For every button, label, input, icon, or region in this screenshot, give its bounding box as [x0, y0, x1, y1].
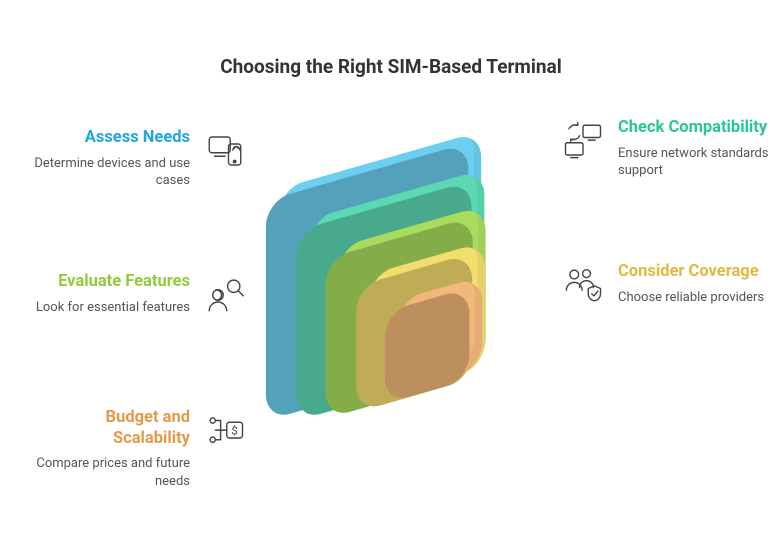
item-consider-coverage: Consider Coverage Choose reliable provid… [560, 262, 780, 308]
sync-devices-icon [560, 118, 606, 164]
budget-icon: $ [202, 408, 248, 454]
item-title: Check Compatibility [618, 118, 780, 139]
item-desc: Determine devices and use cases [28, 155, 190, 190]
item-title: Evaluate Features [28, 272, 190, 293]
item-evaluate-features: Evaluate Features Look for essential fea… [28, 272, 248, 318]
devices-icon [202, 128, 248, 174]
item-desc: Compare prices and future needs [28, 455, 190, 490]
users-shield-icon [560, 262, 606, 308]
item-desc: Choose reliable providers [618, 289, 780, 307]
item-title: Consider Coverage [618, 262, 780, 283]
page-title: Choosing the Right SIM-Based Terminal [0, 55, 782, 78]
item-assess-needs: Assess Needs Determine devices and use c… [28, 128, 248, 190]
item-desc: Look for essential features [28, 299, 190, 317]
person-search-icon [202, 272, 248, 318]
item-title: Assess Needs [28, 128, 190, 149]
svg-text:$: $ [231, 424, 237, 438]
item-budget-scalability: Budget and Scalability Compare prices an… [28, 408, 248, 490]
item-desc: Ensure network standards support [618, 145, 780, 180]
item-check-compatibility: Check Compatibility Ensure network stand… [560, 118, 780, 180]
item-title: Budget and Scalability [28, 408, 190, 449]
funnel-graphic [270, 160, 550, 430]
